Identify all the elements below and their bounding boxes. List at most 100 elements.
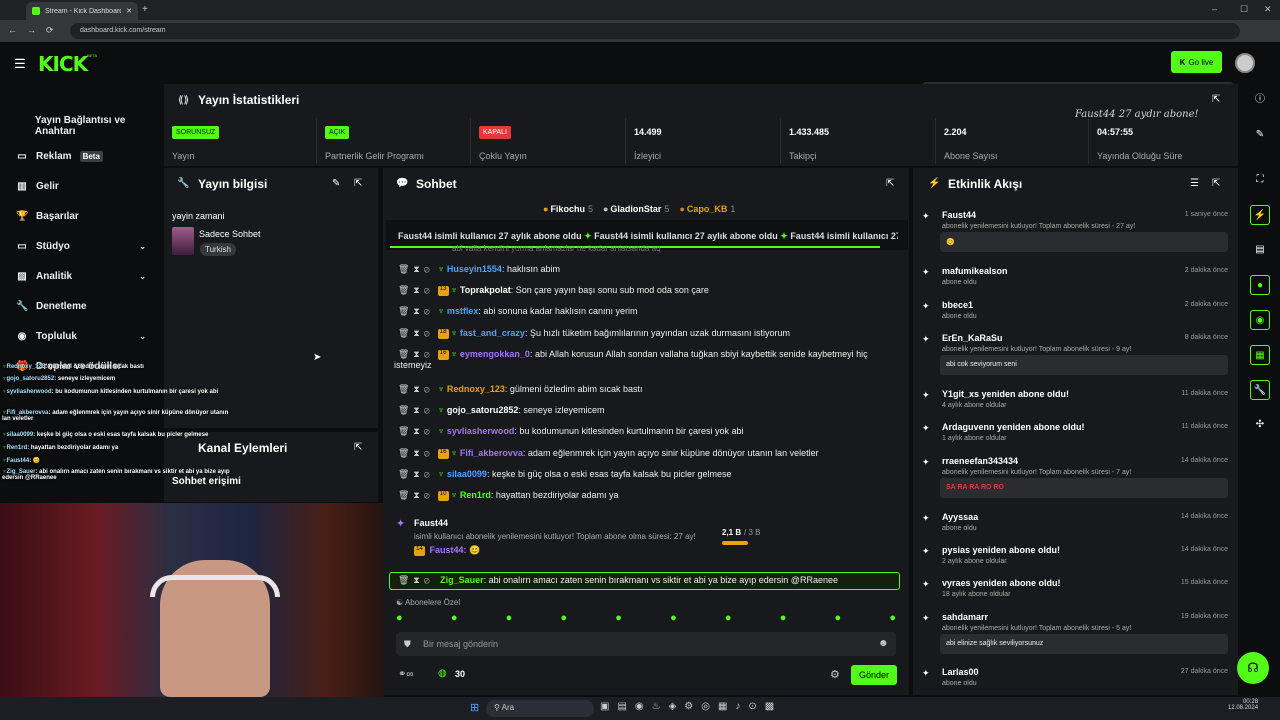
url-input[interactable]: dashboard.kick.com/stream xyxy=(70,23,1240,39)
mod-tools-icon[interactable]: 🗑⧗⊘ xyxy=(398,349,434,359)
activity-name[interactable]: pysias yeniden abone oldu! xyxy=(942,545,1060,555)
activity-name[interactable]: vyraes yeniden abone oldu! xyxy=(942,578,1061,588)
mod-tools-icon[interactable]: 🗑⧗⊘ xyxy=(398,426,434,436)
popout-icon[interactable]: ⇱ xyxy=(886,178,894,189)
activity-name[interactable]: rraeneefan343434 xyxy=(942,456,1018,466)
chat-input-placeholder[interactable]: Bir mesaj gönderin xyxy=(423,639,498,649)
emote-icon[interactable]: ● xyxy=(396,612,403,624)
activity-name[interactable]: mafumikealson xyxy=(942,266,1008,276)
mod-tools-icon[interactable]: 🗑⧗⊘ xyxy=(398,264,434,274)
emote-icon[interactable]: ● xyxy=(889,612,896,624)
broadcast-icon[interactable]: ◉ xyxy=(1250,310,1270,330)
fullscreen-icon[interactable]: ⛶ xyxy=(1250,170,1270,190)
send-button[interactable]: Gönder xyxy=(851,665,897,685)
chevron-down-icon[interactable]: ⌄ xyxy=(139,332,146,341)
pencil-icon[interactable]: ✎ xyxy=(1250,125,1270,145)
reply-name[interactable]: Faust44: xyxy=(430,545,467,555)
popout-icon[interactable]: ⇱ xyxy=(354,442,362,453)
popout-icon[interactable]: ⇱ xyxy=(1212,178,1220,189)
sidebar-item-2[interactable]: ▭ Reklam Beta xyxy=(6,142,156,170)
mod-tools-icon[interactable]: 🗑⧗⊘ xyxy=(398,490,434,500)
emote-icon[interactable]: ● xyxy=(451,612,458,624)
apps-icon[interactable]: ✣ xyxy=(1250,415,1270,435)
filter-icon[interactable]: ☰ xyxy=(1190,178,1199,189)
username[interactable]: silaa0099 xyxy=(447,469,487,479)
emote-icon[interactable]: ● xyxy=(615,612,622,624)
taskbar-apps-icon[interactable]: ▣▤◉♨◈⚙◎▦♪⊙▩ xyxy=(600,701,782,712)
sidebar-item-4[interactable]: 🏆 Başarılar xyxy=(6,202,156,230)
chevron-down-icon[interactable]: ⌄ xyxy=(139,272,146,281)
chevron-down-icon[interactable]: ⌄ xyxy=(139,242,146,251)
emote-icon[interactable]: ● xyxy=(725,612,732,624)
mod-tools-icon[interactable]: 🗑⧗⊘ xyxy=(398,328,434,338)
username[interactable]: fast_and_crazy xyxy=(460,328,525,338)
username[interactable]: Zig_Sauer xyxy=(440,575,484,585)
category-name[interactable]: Sadece Sohbet xyxy=(199,229,261,239)
activity-name[interactable]: bbece1 xyxy=(942,300,973,310)
taskbar-search[interactable]: ⚲ Ara xyxy=(486,700,594,717)
go-live-button[interactable]: K Go live xyxy=(1171,51,1222,73)
username[interactable]: Ren1rd xyxy=(460,490,491,500)
mod-tools-icon[interactable]: 🗑⧗⊘ xyxy=(398,405,434,415)
sidebar-item-3[interactable]: ▥ Gelir xyxy=(6,172,156,200)
sidebar-item-6[interactable]: ▨ Analitik ⌄ xyxy=(6,262,156,290)
document-icon[interactable]: ▤ xyxy=(1250,240,1270,260)
activity-name[interactable]: Y1git_xs yeniden abone oldu! xyxy=(942,389,1069,399)
gifter[interactable]: ● Fikochu 5 xyxy=(543,204,593,214)
minimize-icon[interactable]: – xyxy=(1212,4,1217,14)
username[interactable]: mstflex xyxy=(447,306,479,316)
mod-tools-icon[interactable]: 🗑⧗⊘ xyxy=(398,448,434,458)
wrench-icon[interactable]: 🔧 xyxy=(1250,380,1270,400)
username[interactable]: gojo_satoru2852 xyxy=(447,405,519,415)
info-icon[interactable]: ⓘ xyxy=(1250,90,1270,110)
browser-tab[interactable]: Stream - Kick Dashboard ✕ xyxy=(26,2,138,20)
activity-name[interactable]: Larlas00 xyxy=(942,667,979,677)
emote-icon[interactable]: ● xyxy=(835,612,842,624)
emote-icon[interactable]: ● xyxy=(780,612,787,624)
activity-name[interactable]: sahdamarr xyxy=(942,612,988,622)
popout-icon[interactable]: ⇱ xyxy=(1212,94,1220,105)
new-tab-icon[interactable]: + xyxy=(142,4,148,15)
username[interactable]: Huseyin1554 xyxy=(447,264,502,274)
username[interactable]: Fifi_akberovva xyxy=(460,448,523,458)
username[interactable]: Toprakpolat xyxy=(460,285,511,295)
sidebar-item-7[interactable]: 🔧 Denetleme xyxy=(6,292,156,320)
mod-tools-icon[interactable]: 🗑⧗⊘ xyxy=(398,306,434,316)
activity-name[interactable]: Ayyssaa xyxy=(942,512,978,522)
emoji-icon[interactable]: ☻ xyxy=(878,638,889,649)
username[interactable]: eymengokkan_0 xyxy=(460,349,530,359)
kick-logo[interactable]: KICK xyxy=(38,52,88,76)
emote-icon[interactable]: ● xyxy=(670,612,677,624)
mod-tools-icon[interactable]: 🗑⧗⊘ xyxy=(398,285,434,295)
sidebar-item-1[interactable]: Yayın Bağlantısı ve Anahtarı xyxy=(6,112,156,140)
chat-bubble-icon[interactable]: ● xyxy=(1250,275,1270,295)
nav-arrows-icon[interactable]: ←→⟳ xyxy=(8,25,64,36)
edit-icon[interactable]: ✎ xyxy=(332,178,340,189)
activity-name[interactable]: Faust44 xyxy=(942,210,976,220)
username[interactable]: syvliasherwood xyxy=(447,426,515,436)
lightning-icon[interactable]: ⚡ xyxy=(1250,205,1270,225)
gifter[interactable]: ● GladionStar 5 xyxy=(603,204,669,214)
maximize-icon[interactable]: ☐ xyxy=(1240,4,1248,15)
chat-settings-icon[interactable]: ⚭∞ xyxy=(398,669,414,680)
popout-icon[interactable]: ⇱ xyxy=(354,178,362,189)
sidebar-item-5[interactable]: ▭ Stüdyo ⌄ xyxy=(6,232,156,260)
activity-name[interactable]: Ardaguvenn yeniden abone oldu! xyxy=(942,422,1085,432)
username[interactable]: Rednoxy_123 xyxy=(447,384,505,394)
emote-icon[interactable]: ● xyxy=(560,612,567,624)
sidebar-item-8[interactable]: ◉ Topluluk ⌄ xyxy=(6,322,156,350)
mod-tools-icon[interactable]: 🗑⧗⊘ xyxy=(398,469,434,479)
layout-icon[interactable]: ▦ xyxy=(1250,345,1270,365)
emote-icon[interactable]: ● xyxy=(506,612,513,624)
mod-tools-icon[interactable]: 🗑⧗⊘ xyxy=(398,575,434,585)
support-chat-icon[interactable]: ☊ xyxy=(1237,652,1269,684)
menu-icon[interactable]: ☰ xyxy=(14,56,26,72)
windows-start-icon[interactable]: ⊞ xyxy=(470,701,479,714)
close-window-icon[interactable]: ✕ xyxy=(1264,4,1272,15)
user-avatar[interactable] xyxy=(1235,53,1255,73)
close-tab-icon[interactable]: ✕ xyxy=(126,7,132,15)
mod-tools-icon[interactable]: 🗑⧗⊘ xyxy=(398,384,434,394)
gear-icon[interactable]: ⚙ xyxy=(830,668,840,681)
activity-name[interactable]: ErEn_KaRaSu xyxy=(942,333,1003,343)
gifter[interactable]: ● Capo_KB 1 xyxy=(679,204,735,214)
